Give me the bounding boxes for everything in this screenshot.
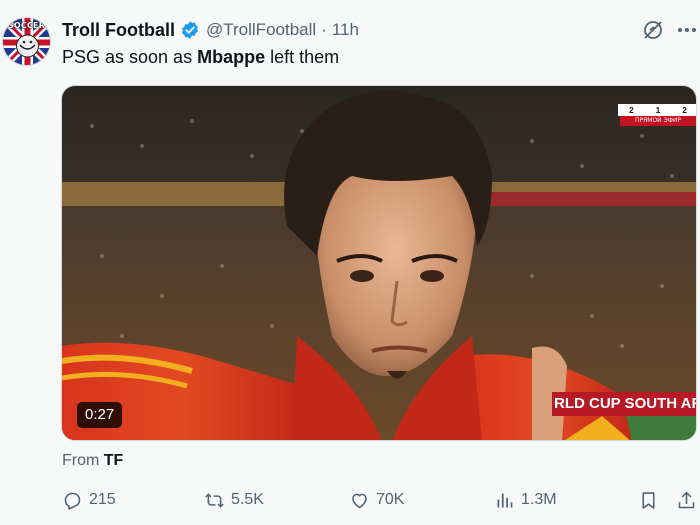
verified-badge-icon[interactable] — [180, 20, 200, 40]
score-bug: 2 1 2 — [618, 104, 696, 116]
reply-icon — [64, 492, 81, 510]
bookmark-icon — [642, 491, 655, 509]
grok-icon[interactable] — [641, 18, 665, 42]
score-value: 2 — [682, 105, 687, 115]
analytics-icon — [497, 493, 513, 507]
repost-button[interactable]: 5.5K — [204, 486, 264, 514]
tweet-card[interactable]: SOCCER Troll Football @TrollFootball · 1… — [0, 0, 700, 525]
share-icon — [678, 491, 695, 508]
video-player[interactable]: 2 1 2 ПРЯМОЙ ЭФИР RLD CUP SOUTH AF 0:27 — [61, 85, 697, 441]
stadium-banner: RLD CUP SOUTH AF — [552, 392, 696, 416]
share-button[interactable] — [676, 486, 700, 514]
avatar-label: SOCCER — [7, 21, 46, 30]
repost-icon — [205, 492, 224, 508]
avatar[interactable]: SOCCER — [2, 17, 51, 66]
tweet-text-part: PSG as soon as — [62, 47, 198, 67]
source-link[interactable]: TF — [104, 452, 124, 469]
like-count: 70K — [376, 491, 405, 508]
bookmark-button[interactable] — [638, 486, 665, 514]
display-name[interactable]: Troll Football — [62, 20, 175, 41]
live-broadcast-badge: ПРЯМОЙ ЭФИР — [620, 116, 696, 126]
views-button[interactable]: 1.3M — [494, 486, 557, 514]
reply-count: 215 — [89, 491, 116, 508]
source-prefix: From — [62, 452, 104, 469]
tweet-text-bold: Mbappe — [197, 47, 266, 67]
timestamp[interactable]: 11h — [332, 20, 359, 40]
video-frame — [62, 86, 696, 440]
heart-icon — [352, 493, 367, 508]
video-duration: 0:27 — [77, 402, 123, 428]
score-value: 1 — [655, 105, 661, 115]
repost-count: 5.5K — [231, 491, 264, 508]
view-count: 1.3M — [521, 491, 557, 508]
media-source: From TF — [62, 452, 123, 470]
like-button[interactable]: 70K — [349, 486, 404, 514]
score-value: 2 — [629, 105, 634, 115]
action-bar: 215 5.5K 70K 1.3M — [0, 486, 700, 514]
tweet-text-part: left them — [265, 47, 340, 67]
tweet-text: PSG as soon as Mbappe left them — [62, 45, 339, 69]
tweet-header: Troll Football @TrollFootball · 11h — [62, 18, 700, 42]
user-handle[interactable]: @TrollFootball — [206, 20, 316, 40]
reply-button[interactable]: 215 — [62, 486, 116, 514]
more-options-icon[interactable] — [676, 18, 698, 42]
separator-dot: · — [321, 20, 327, 39]
